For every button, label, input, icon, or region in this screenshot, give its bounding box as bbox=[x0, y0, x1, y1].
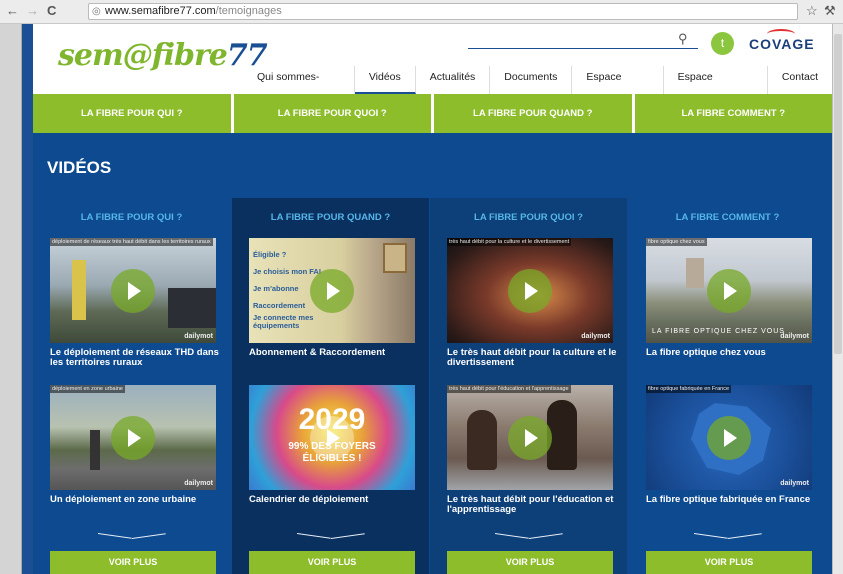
dailymotion-watermark: dailymot bbox=[581, 333, 610, 340]
video-column-comment: LA FIBRE COMMENT ? fibre optique chez vo… bbox=[629, 198, 826, 574]
play-icon[interactable] bbox=[310, 269, 354, 313]
play-icon[interactable] bbox=[707, 416, 751, 460]
nav-actualites[interactable]: Actualités bbox=[416, 66, 491, 94]
search-icon[interactable]: ⚲ bbox=[678, 31, 688, 47]
dailymotion-watermark: dailymot bbox=[780, 333, 809, 340]
chevron-down-icon bbox=[528, 533, 563, 539]
video-caption[interactable]: Le très haut débit pour la culture et le… bbox=[447, 348, 617, 368]
chevron-down-icon bbox=[693, 533, 728, 539]
category-pour-quoi[interactable]: LA FIBRE POUR QUOI ? bbox=[233, 94, 431, 133]
chevron-down-icon bbox=[330, 533, 365, 539]
chevron-down-icon bbox=[97, 533, 132, 539]
video-thumbnail[interactable]: très haut débit pour la culture et le di… bbox=[447, 238, 613, 343]
twitter-icon[interactable]: t bbox=[711, 32, 734, 55]
voir-plus-button[interactable]: VOIR PLUS bbox=[447, 551, 613, 574]
nav-contact[interactable]: Contact bbox=[768, 66, 832, 94]
search-input[interactable] bbox=[468, 48, 698, 49]
play-icon[interactable] bbox=[310, 416, 354, 460]
overlay-text: Je connecte mes équipements bbox=[253, 313, 314, 330]
chevron-down-icon bbox=[296, 533, 331, 539]
column-title[interactable]: LA FIBRE POUR QUOI ? bbox=[430, 212, 627, 223]
video-tag: déploiement en zone urbaine bbox=[50, 385, 125, 393]
dailymotion-watermark: dailymot bbox=[184, 333, 213, 340]
site-logo[interactable]: sem@fibre77 bbox=[58, 38, 268, 73]
video-column-pour-quand: LA FIBRE POUR QUAND ? Éligible ? Je choi… bbox=[232, 198, 429, 574]
wrench-icon[interactable]: ⚒ bbox=[824, 3, 836, 19]
play-icon[interactable] bbox=[111, 269, 155, 313]
window-left-edge bbox=[0, 24, 22, 574]
address-bar[interactable]: ◎ www.semafibre77.com/temoignages bbox=[88, 3, 798, 20]
play-icon[interactable] bbox=[508, 269, 552, 313]
video-caption[interactable]: Le très haut débit pour l'éducation et l… bbox=[447, 495, 617, 515]
video-tag: déploiement de réseaux très haut débit d… bbox=[50, 238, 213, 246]
globe-icon: ◎ bbox=[92, 6, 101, 17]
video-tag: fibre optique chez vous bbox=[646, 238, 707, 246]
video-column-pour-quoi: LA FIBRE POUR QUOI ? très haut débit pou… bbox=[430, 198, 627, 574]
play-icon[interactable] bbox=[707, 269, 751, 313]
video-thumbnail[interactable]: 2029 99% DES FOYERS ÉLIGIBLES ! bbox=[249, 385, 415, 490]
nav-documents[interactable]: Documents bbox=[490, 66, 573, 94]
category-bar: LA FIBRE POUR QUI ? LA FIBRE POUR QUOI ?… bbox=[33, 94, 832, 133]
covage-logo[interactable]: COVAGE bbox=[749, 29, 815, 52]
column-title[interactable]: LA FIBRE POUR QUAND ? bbox=[232, 212, 429, 223]
url-domain: www.semafibre77.com bbox=[105, 5, 216, 17]
column-title[interactable]: LA FIBRE COMMENT ? bbox=[629, 212, 826, 223]
back-icon[interactable]: ← bbox=[6, 3, 19, 18]
overlay-text: Je choisis mon FAI bbox=[253, 267, 321, 276]
video-caption[interactable]: Calendrier de déploiement bbox=[249, 495, 419, 505]
nav-espace-operateur[interactable]: Espace Opérateur bbox=[664, 66, 768, 105]
play-icon[interactable] bbox=[111, 416, 155, 460]
voir-plus-button[interactable]: VOIR PLUS bbox=[249, 551, 415, 574]
page-title: VIDÉOS bbox=[47, 158, 112, 177]
video-thumbnail[interactable]: fibre optique fabriquée en France dailym… bbox=[646, 385, 812, 490]
website: sem@fibre77 ⚲ t COVAGE Qui sommes-nous ?… bbox=[33, 24, 832, 574]
video-caption[interactable]: Le déploiement de réseaux THD dans les t… bbox=[50, 348, 220, 368]
dailymotion-watermark: dailymot bbox=[184, 480, 213, 487]
video-tag: très haut débit pour l'éducation et l'ap… bbox=[447, 385, 571, 393]
chevron-down-icon bbox=[131, 533, 166, 539]
video-thumbnail[interactable]: déploiement en zone urbaine dailymot bbox=[50, 385, 216, 490]
video-caption[interactable]: Un déploiement en zone urbaine bbox=[50, 495, 220, 505]
reload-icon[interactable]: C bbox=[47, 3, 56, 18]
forward-icon[interactable]: → bbox=[26, 3, 39, 18]
video-caption[interactable]: Abonnement & Raccordement bbox=[249, 348, 419, 358]
overlay-text: LA FIBRE OPTIQUE CHEZ VOUS bbox=[652, 328, 785, 335]
video-column-pour-qui: LA FIBRE POUR QUI ? déploiement de résea… bbox=[33, 198, 230, 574]
voir-plus-button[interactable]: VOIR PLUS bbox=[646, 551, 812, 574]
video-thumbnail[interactable]: fibre optique chez vous LA FIBRE OPTIQUE… bbox=[646, 238, 812, 343]
video-caption[interactable]: La fibre optique chez vous bbox=[646, 348, 816, 358]
chevron-down-icon bbox=[727, 533, 762, 539]
category-comment[interactable]: LA FIBRE COMMENT ? bbox=[634, 94, 832, 133]
play-icon[interactable] bbox=[508, 416, 552, 460]
category-pour-qui[interactable]: LA FIBRE POUR QUI ? bbox=[33, 94, 231, 133]
site-header: sem@fibre77 ⚲ t COVAGE Qui sommes-nous ?… bbox=[33, 24, 832, 105]
dailymotion-watermark: dailymot bbox=[780, 480, 809, 487]
video-caption[interactable]: La fibre optique fabriquée en France bbox=[646, 495, 816, 505]
main-nav: Qui sommes-nous ? Vidéos Actualités Docu… bbox=[243, 66, 832, 105]
nav-videos[interactable]: Vidéos bbox=[354, 66, 416, 94]
column-title[interactable]: LA FIBRE POUR QUI ? bbox=[33, 212, 230, 223]
video-tag: fibre optique fabriquée en France bbox=[646, 385, 732, 393]
video-thumbnail[interactable]: très haut débit pour l'éducation et l'ap… bbox=[447, 385, 613, 490]
video-tag: très haut débit pour la culture et le di… bbox=[447, 238, 572, 246]
chevron-down-icon bbox=[494, 533, 529, 539]
video-thumbnail[interactable]: Éligible ? Je choisis mon FAI Je m'abonn… bbox=[249, 238, 415, 343]
video-thumbnail[interactable]: déploiement de réseaux très haut débit d… bbox=[50, 238, 216, 343]
category-pour-quand[interactable]: LA FIBRE POUR QUAND ? bbox=[434, 94, 632, 133]
voir-plus-button[interactable]: VOIR PLUS bbox=[50, 551, 216, 574]
browser-toolbar: ← → C ◎ www.semafibre77.com/temoignages … bbox=[0, 0, 843, 24]
overlay-text: Éligible ? bbox=[253, 250, 287, 259]
scrollbar-thumb[interactable] bbox=[834, 34, 842, 354]
nav-espace-presse[interactable]: Espace Presse bbox=[572, 66, 664, 105]
star-icon[interactable]: ☆ bbox=[806, 3, 818, 19]
nav-qui-sommes-nous[interactable]: Qui sommes-nous ? bbox=[243, 66, 355, 105]
url-path: /temoignages bbox=[215, 5, 282, 17]
